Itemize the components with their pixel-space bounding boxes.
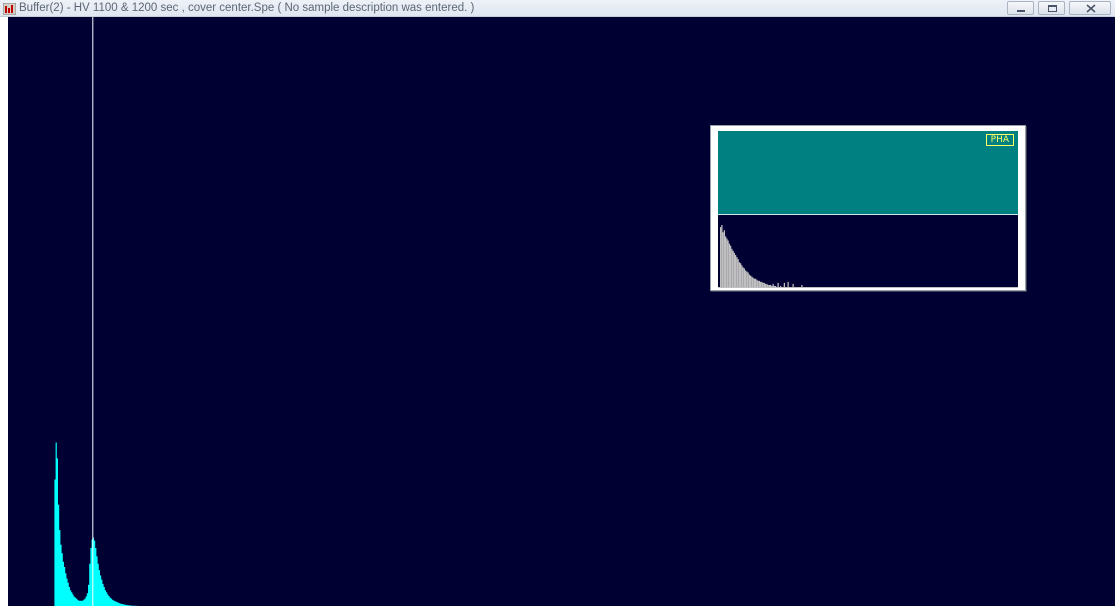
spectrum-graph[interactable] [8,17,1115,606]
overview-bar [745,270,747,287]
overview-bar [726,238,728,287]
overview-bar [741,265,743,287]
overview-bar [780,285,782,287]
overview-bar [772,283,774,287]
overview-bar [730,245,732,287]
overview-bar [787,281,789,287]
overview-bar [762,282,764,287]
overview-bar [766,283,768,287]
minimize-icon [1017,10,1025,12]
overview-bar [765,283,767,287]
overview-bar [721,225,723,287]
overview-bar [732,250,734,287]
overview-expanded-region[interactable]: PHA [718,131,1018,215]
close-button[interactable] [1069,1,1111,15]
overview-bar [720,227,722,287]
spectrum-window: Buffer(2) - HV 1100 & 1200 sec , cover c… [0,0,1115,606]
spectrum-plot[interactable]: PHA [8,17,1115,606]
overview-bar [763,282,765,287]
overview-bar [740,263,742,287]
overview-bar [783,282,785,287]
spectrum-counts [28,442,148,606]
overview-bar [737,259,739,287]
maximize-button[interactable] [1038,1,1065,15]
overview-bar [750,275,752,287]
overview-bar [757,280,759,287]
spectrum-app-icon[interactable] [2,2,17,16]
maximize-icon [1048,5,1057,12]
client-area: PHA [0,17,1115,606]
overview-bar [758,280,760,287]
overview-bar [746,271,748,287]
overview-bar [738,262,740,287]
overview-bar [753,278,755,287]
overview-bar [792,283,794,287]
close-icon [1086,4,1096,13]
overview-full-spectrum[interactable] [718,215,1018,288]
overview-bar [723,230,725,287]
overview-bar [735,255,737,287]
overview-bar [727,240,729,287]
overview-bar [748,274,750,287]
overview-bar [777,282,779,287]
overview-bar [773,285,775,287]
overview-spectrum-bars [720,225,803,287]
overview-bar [747,272,749,287]
overview-bar [728,243,730,287]
overview-bar [752,277,754,287]
overview-bar [768,284,770,287]
minimize-button[interactable] [1007,1,1034,15]
overview-bar [725,236,727,287]
overview-bar [771,285,773,287]
overview-bar [756,279,758,287]
overview-bar [736,257,738,287]
overview-bar [770,284,772,287]
overview-bar [731,248,733,287]
overview-bar [751,276,753,287]
overview-bar [722,232,724,287]
overview-bar [743,268,745,287]
overview-bar [755,278,757,287]
overview-bar [742,267,744,287]
overview-bar [775,285,777,287]
overview-bar [767,284,769,287]
title-bar[interactable]: Buffer(2) - HV 1100 & 1200 sec , cover c… [0,0,1115,17]
overview-bar [760,281,762,287]
overview-window[interactable]: PHA [710,125,1026,291]
window-title: Buffer(2) - HV 1100 & 1200 sec , cover c… [19,2,475,14]
overview-bar [761,281,763,287]
overview-bar [733,252,735,287]
overview-bar [801,284,803,287]
pha-label: PHA [985,134,1014,146]
overview-spectrum-graph[interactable] [718,215,1018,288]
